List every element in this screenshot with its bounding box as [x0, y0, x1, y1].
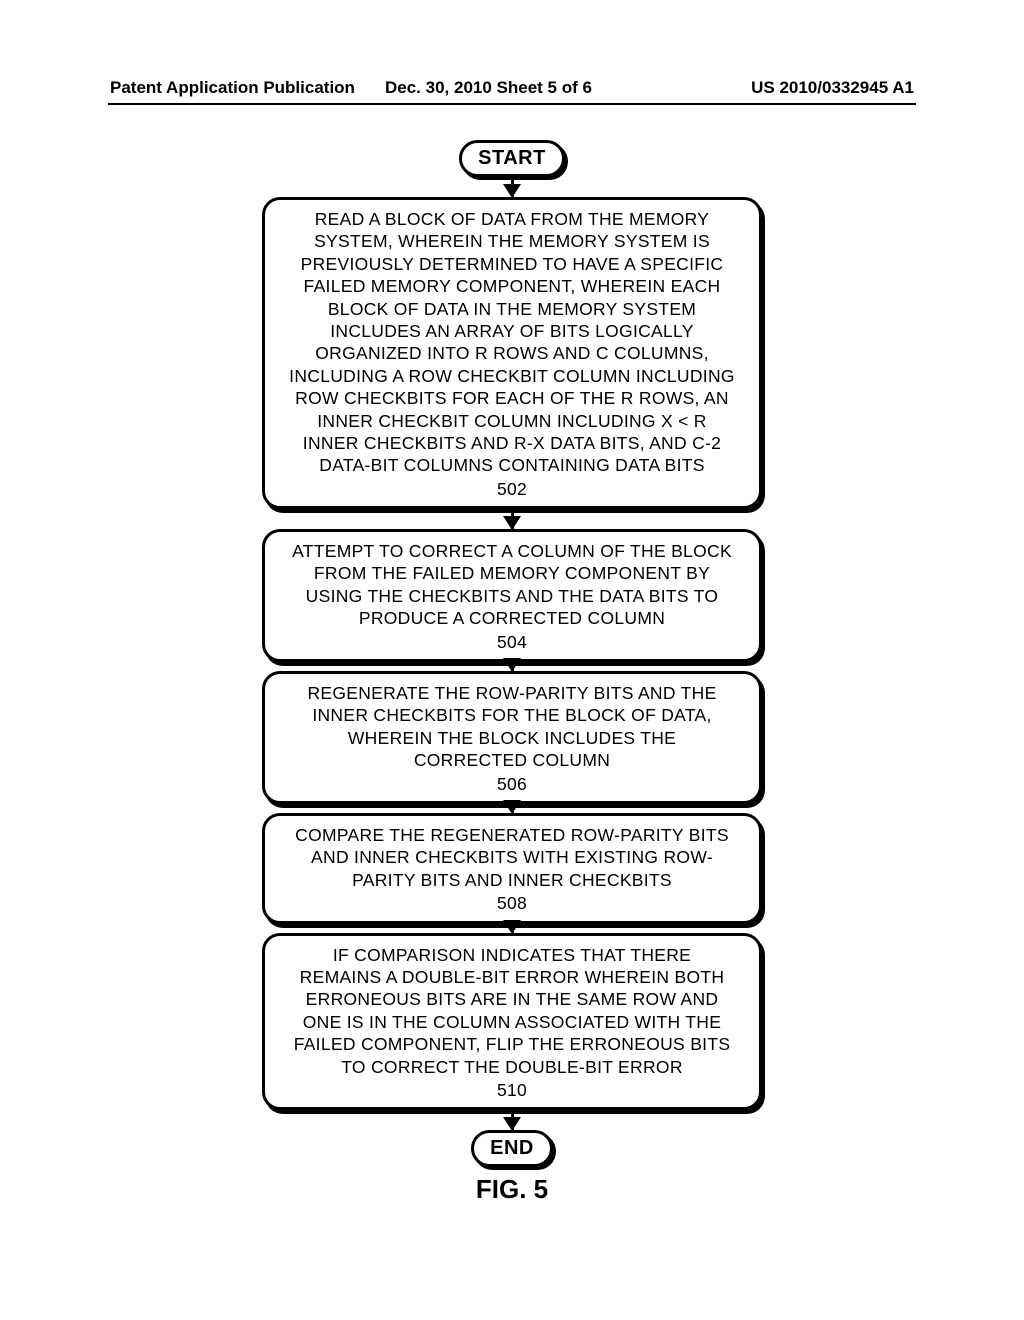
start-label: START [478, 147, 546, 169]
step-text: ATTEMPT TO CORRECT A COLUMN OF THE BLOCK… [292, 541, 732, 628]
process-step-506: REGENERATE THE ROW-PARITY BITS AND THE I… [262, 671, 762, 804]
header-center: Dec. 30, 2010 Sheet 5 of 6 [385, 78, 592, 98]
arrow-icon [511, 509, 514, 529]
process-step-504: ATTEMPT TO CORRECT A COLUMN OF THE BLOCK… [262, 529, 762, 662]
process-step-508: COMPARE THE REGENERATED ROW-PARITY BITS … [262, 813, 762, 924]
step-number: 504 [277, 631, 747, 653]
arrow-icon [511, 1110, 514, 1130]
arrow-icon [511, 924, 514, 933]
start-terminal: START [459, 140, 565, 177]
step-number: 506 [277, 773, 747, 795]
header-rule [108, 103, 916, 105]
header-right: US 2010/0332945 A1 [751, 78, 914, 98]
header-left: Patent Application Publication [110, 78, 355, 98]
step-text: COMPARE THE REGENERATED ROW-PARITY BITS … [295, 825, 729, 890]
step-text: READ A BLOCK OF DATA FROM THE MEMORY SYS… [289, 209, 735, 475]
end-terminal: END [471, 1130, 553, 1167]
arrow-icon [511, 177, 514, 197]
step-number: 502 [277, 478, 747, 500]
arrow-icon [511, 662, 514, 671]
page-header: Patent Application Publication Dec. 30, … [0, 78, 1024, 98]
process-step-502: READ A BLOCK OF DATA FROM THE MEMORY SYS… [262, 197, 762, 509]
step-number: 508 [277, 892, 747, 914]
figure-label: FIG. 5 [0, 1174, 1024, 1205]
end-label: END [490, 1137, 534, 1159]
flowchart: START READ A BLOCK OF DATA FROM THE MEMO… [0, 140, 1024, 1167]
step-text: IF COMPARISON INDICATES THAT THERE REMAI… [294, 945, 731, 1077]
process-step-510: IF COMPARISON INDICATES THAT THERE REMAI… [262, 933, 762, 1111]
arrow-icon [511, 804, 514, 813]
step-number: 510 [277, 1079, 747, 1101]
step-text: REGENERATE THE ROW-PARITY BITS AND THE I… [307, 683, 716, 770]
